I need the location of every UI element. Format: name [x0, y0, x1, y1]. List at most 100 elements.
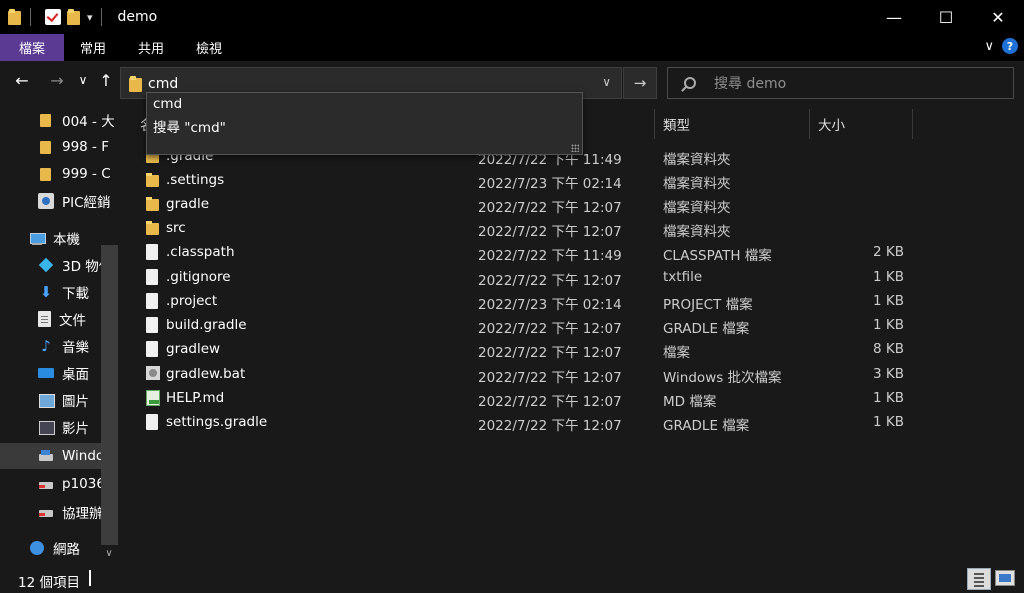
file-type: 檔案資料夾 — [663, 224, 731, 240]
file-row[interactable]: .settings 2022/7/23 下午 02:14 檔案資料夾 — [140, 168, 920, 192]
sidebar-scrollbar[interactable] — [101, 245, 118, 545]
file-name: gradlew — [166, 341, 221, 357]
file-size: 1 KB — [873, 269, 904, 285]
file-date: 2022/7/23 下午 02:14 — [478, 297, 622, 313]
title-bar: ▾ demo — ☐ ✕ — [0, 0, 1024, 34]
autocomplete-search-item[interactable]: 搜尋 "cmd" — [153, 116, 226, 136]
file-name: settings.gradle — [166, 414, 268, 430]
file-row[interactable]: .project 2022/7/23 下午 02:14 PROJECT 檔案 1… — [140, 289, 920, 313]
file-row[interactable]: src 2022/7/22 下午 12:07 檔案資料夾 — [140, 216, 920, 240]
file-size: 8 KB — [873, 341, 904, 357]
large-icons-view-icon[interactable] — [995, 570, 1015, 586]
scroll-down-icon[interactable]: ∨ — [100, 548, 118, 559]
file-name: gradle — [166, 196, 210, 212]
sidebar-item-004[interactable]: 004 - 大 — [38, 107, 120, 133]
file-row[interactable]: .gitignore 2022/7/22 下午 12:07 txtfile 1 … — [140, 265, 920, 289]
network-icon — [29, 540, 45, 556]
forward-button[interactable]: → — [45, 71, 69, 90]
file-list: 名稱 修改日期 類型 大小 .gradle 2022/7/22 下午 11:49… — [120, 105, 1024, 565]
autocomplete-item[interactable]: cmd — [153, 96, 182, 112]
up-button[interactable]: ↑ — [94, 71, 118, 90]
back-button[interactable]: ← — [10, 71, 34, 90]
sidebar-item-998[interactable]: 998 - F — [38, 134, 120, 160]
file-name: .settings — [166, 172, 225, 188]
file-type: GRADLE 檔案 — [663, 321, 750, 337]
tab-view[interactable]: 檢視 — [180, 34, 238, 61]
file-icon — [146, 244, 158, 260]
folder-icon — [38, 112, 54, 128]
navigation-pane: 004 - 大 998 - F 999 - C PIC經銷 本機 3D 物件 ⬇… — [0, 105, 120, 565]
folder-icon — [146, 172, 160, 188]
minimize-button[interactable]: — — [868, 0, 920, 34]
chevron-down-icon[interactable]: ∨ — [602, 75, 611, 89]
recent-locations-button[interactable]: ∨ — [71, 73, 95, 87]
file-row[interactable]: build.gradle 2022/7/22 下午 12:07 GRADLE 檔… — [140, 313, 920, 337]
sidebar-item-pic[interactable]: PIC經銷 — [38, 188, 120, 214]
address-input[interactable] — [148, 74, 588, 94]
quick-access-toolbar: ▾ — [0, 0, 110, 34]
sidebar-item-label: 999 - C — [62, 166, 111, 182]
file-date: 2022/7/22 下午 11:49 — [478, 248, 622, 264]
file-size: 2 KB — [873, 244, 904, 260]
file-type: 檔案資料夾 — [663, 152, 731, 168]
sidebar-item-label: 文件 — [59, 313, 86, 329]
new-folder-icon[interactable] — [67, 9, 81, 25]
address-autocomplete-dropdown: cmd 搜尋 "cmd" — [146, 92, 583, 155]
video-icon — [38, 419, 55, 435]
file-name: .project — [166, 293, 218, 309]
resize-grip-icon[interactable] — [571, 144, 579, 152]
file-type: 檔案 — [663, 345, 690, 361]
file-row[interactable]: settings.gradle 2022/7/22 下午 12:07 GRADL… — [140, 410, 920, 434]
folder-icon — [129, 76, 143, 92]
file-row[interactable]: gradle 2022/7/22 下午 12:07 檔案資料夾 — [140, 192, 920, 216]
file-icon — [146, 341, 158, 357]
sidebar-item-label: PIC經銷 — [62, 195, 111, 211]
file-icon — [146, 269, 158, 285]
tab-home[interactable]: 常用 — [64, 34, 122, 61]
file-name: HELP.md — [166, 390, 225, 406]
file-name: src — [166, 220, 186, 236]
sidebar-item-999[interactable]: 999 - C — [38, 161, 120, 187]
expand-ribbon-icon[interactable]: ∨ — [984, 39, 994, 54]
file-date: 2022/7/22 下午 12:07 — [478, 200, 622, 216]
maximize-button[interactable]: ☐ — [920, 0, 972, 34]
file-type: txtfile — [663, 269, 703, 285]
search-box[interactable] — [667, 67, 1014, 99]
sidebar-item-label: p1036 — [62, 476, 105, 492]
tab-share[interactable]: 共用 — [122, 34, 180, 61]
file-date: 2022/7/23 下午 02:14 — [478, 176, 622, 192]
file-name: .classpath — [166, 244, 235, 260]
go-button[interactable]: → — [623, 67, 657, 99]
close-button[interactable]: ✕ — [972, 0, 1024, 34]
file-size: 1 KB — [873, 293, 904, 309]
window-controls: — ☐ ✕ — [868, 0, 1024, 34]
sidebar-item-label: 下載 — [62, 286, 89, 302]
file-date: 2022/7/22 下午 12:07 — [478, 370, 622, 386]
file-name: gradlew.bat — [166, 366, 246, 382]
tab-file[interactable]: 檔案 — [0, 34, 64, 61]
customize-quick-access-icon[interactable]: ▾ — [87, 11, 93, 24]
file-size: 1 KB — [873, 414, 904, 430]
download-icon: ⬇ — [39, 283, 53, 301]
properties-icon[interactable] — [45, 9, 61, 25]
file-row[interactable]: gradlew.bat 2022/7/22 下午 12:07 Windows 批… — [140, 362, 920, 386]
file-type: 檔案資料夾 — [663, 176, 731, 192]
file-row[interactable]: gradlew 2022/7/22 下午 12:07 檔案 8 KB — [140, 337, 920, 361]
file-row[interactable]: HELP.md 2022/7/22 下午 12:07 MD 檔案 1 KB — [140, 386, 920, 410]
details-view-icon[interactable] — [967, 568, 991, 590]
file-row[interactable]: .classpath 2022/7/22 下午 11:49 CLASSPATH … — [140, 240, 920, 264]
file-date: 2022/7/22 下午 12:07 — [478, 345, 622, 361]
file-date: 2022/7/22 下午 12:07 — [478, 321, 622, 337]
column-header-size[interactable]: 大小 — [810, 109, 913, 139]
folder-icon — [146, 220, 160, 236]
column-header-type[interactable]: 類型 — [655, 109, 810, 139]
sidebar-item-windows-drive[interactable]: Windows — [0, 443, 103, 469]
help-icon[interactable]: ? — [1002, 38, 1018, 54]
search-input[interactable] — [714, 74, 994, 94]
file-date: 2022/7/22 下午 12:07 — [478, 273, 622, 289]
ribbon-tabs: 檔案 常用 共用 檢視 ∨ ? — [0, 34, 1024, 61]
divider — [30, 8, 31, 26]
image-icon — [38, 392, 55, 408]
window-title: demo — [117, 9, 158, 25]
file-date: 2022/7/22 下午 12:07 — [478, 224, 622, 240]
